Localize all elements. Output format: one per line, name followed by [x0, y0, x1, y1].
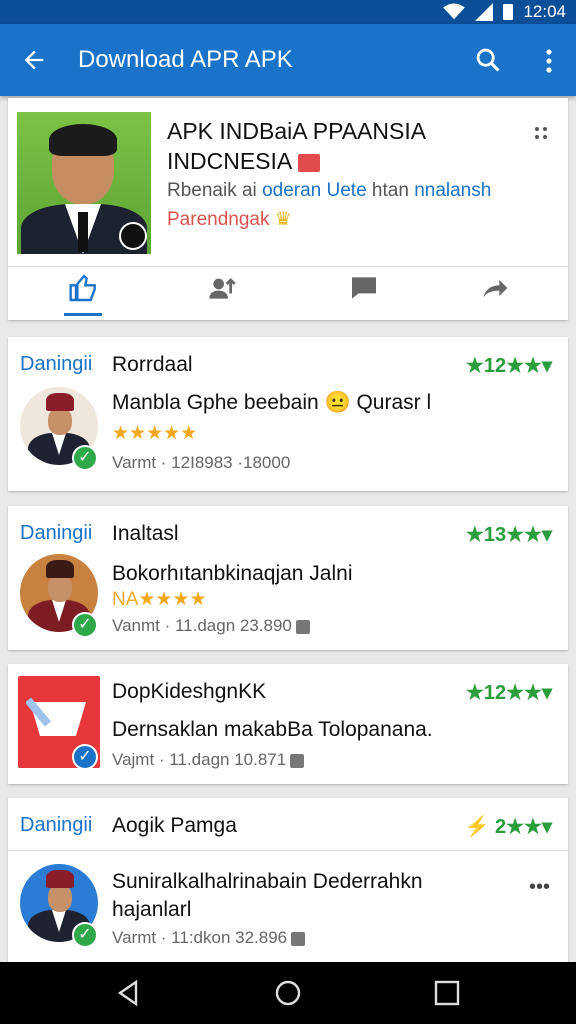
- thumbs-up-icon: [69, 274, 96, 302]
- wifi-icon: [443, 3, 466, 20]
- status-bar: 12:04: [0, 0, 576, 24]
- profile-name-line2: INDCNESIA: [167, 148, 321, 175]
- post-meta: Vanmt · 11.dagn 23.890: [112, 616, 310, 636]
- search-icon[interactable]: [474, 46, 502, 74]
- back-arrow-icon[interactable]: [20, 46, 48, 74]
- tab-comments[interactable]: [340, 272, 388, 312]
- tab-share[interactable]: [470, 272, 518, 312]
- rating-badge: ★13★★▾: [465, 524, 552, 546]
- post-text-continued: hajanlarl: [112, 898, 192, 921]
- author-name[interactable]: Inaltasl: [112, 522, 179, 546]
- star-rating: NA★★★★: [112, 589, 207, 610]
- list-item[interactable]: Daningii Aogik Pamga ⚡ 2★★▾ ✓ Suniralkal…: [8, 798, 568, 962]
- battery-icon: [503, 4, 514, 20]
- source-label[interactable]: Daningii: [20, 353, 92, 376]
- lock-icon: [295, 619, 310, 634]
- profile-name-line1: APK INDBaiA PPAANSIA: [167, 118, 427, 144]
- rating-badge: ⚡ 2★★▾: [464, 816, 553, 838]
- source-label[interactable]: Daningii: [20, 814, 92, 837]
- star-rating: ★★★★★: [112, 423, 198, 444]
- people-icon: [209, 278, 236, 299]
- post-text: Dernsaklan makabBa Tolopanana.: [112, 718, 433, 741]
- verified-check-icon: ✓: [72, 922, 98, 948]
- verified-check-icon: ✓: [72, 744, 98, 770]
- page-title: Download APR APK: [78, 46, 293, 73]
- tab-like[interactable]: [60, 272, 108, 316]
- verified-badge-icon: [119, 222, 147, 250]
- tab-followers[interactable]: [200, 272, 248, 312]
- lock-icon: [291, 931, 306, 946]
- list-item[interactable]: ✓ DopKideshgnKK ★12★★▾ Dernsaklan makabB…: [8, 664, 568, 784]
- verified-check-icon: ✓: [72, 445, 98, 471]
- post-text: Suniralkalhalrinabain Dederrahkn: [112, 870, 423, 893]
- shield-app-icon: [26, 697, 86, 736]
- more-options-icon[interactable]: •••: [529, 876, 550, 899]
- recents-square-icon[interactable]: [432, 978, 462, 1008]
- profile-photo[interactable]: [17, 112, 151, 254]
- source-label[interactable]: Daningii: [20, 522, 92, 545]
- post-text: Bokorhıtanbkinaqjan Jalni: [112, 562, 353, 585]
- overflow-menu-icon[interactable]: [544, 48, 554, 74]
- profile-subtitle: Rbenaik ai oderan Uete htan nnalansh: [167, 180, 492, 201]
- back-triangle-icon[interactable]: [114, 978, 144, 1008]
- post-meta: Varmt · 11:dkon 32.896: [112, 928, 306, 948]
- profile-tagline: Parendngak ♛: [167, 209, 292, 230]
- post-text: Manbla Gphe beebain 😐 Qurasr l: [112, 391, 432, 414]
- share-icon: [483, 280, 508, 298]
- profile-card: APK INDBaiA PPAANSIA INDCNESIA Rbenaik a…: [8, 98, 568, 320]
- status-time: 12:04: [523, 2, 566, 21]
- app-name[interactable]: DopKideshgnKK: [112, 680, 266, 704]
- signal-icon: [475, 3, 494, 21]
- comment-icon: [352, 277, 376, 299]
- lock-icon: [290, 753, 305, 768]
- rating-badge: ★12★★▾: [465, 682, 552, 704]
- author-name[interactable]: Aogik Pamga: [112, 814, 237, 838]
- flag-icon: [298, 153, 321, 172]
- post-meta: Varmt · 12I8983 ·18000: [112, 453, 291, 472]
- post-meta: Vajmt · 11.dagn 10.871: [112, 750, 305, 770]
- author-name[interactable]: Rorrdaal: [112, 353, 193, 377]
- verified-check-icon: ✓: [72, 612, 98, 638]
- home-circle-icon[interactable]: [273, 978, 303, 1008]
- app-bar: Download APR APK: [0, 24, 576, 96]
- list-item[interactable]: Daningii Rorrdaal ★12★★▾ ✓ Manbla Gphe b…: [8, 337, 568, 491]
- crown-icon: ♛: [274, 209, 292, 230]
- profile-menu-icon[interactable]: [534, 126, 550, 140]
- system-nav-bar: [0, 962, 576, 1024]
- rating-badge: ★12★★▾: [465, 355, 552, 377]
- list-item[interactable]: Daningii Inaltasl ★13★★▾ ✓ Bokorhıtanbki…: [8, 506, 568, 650]
